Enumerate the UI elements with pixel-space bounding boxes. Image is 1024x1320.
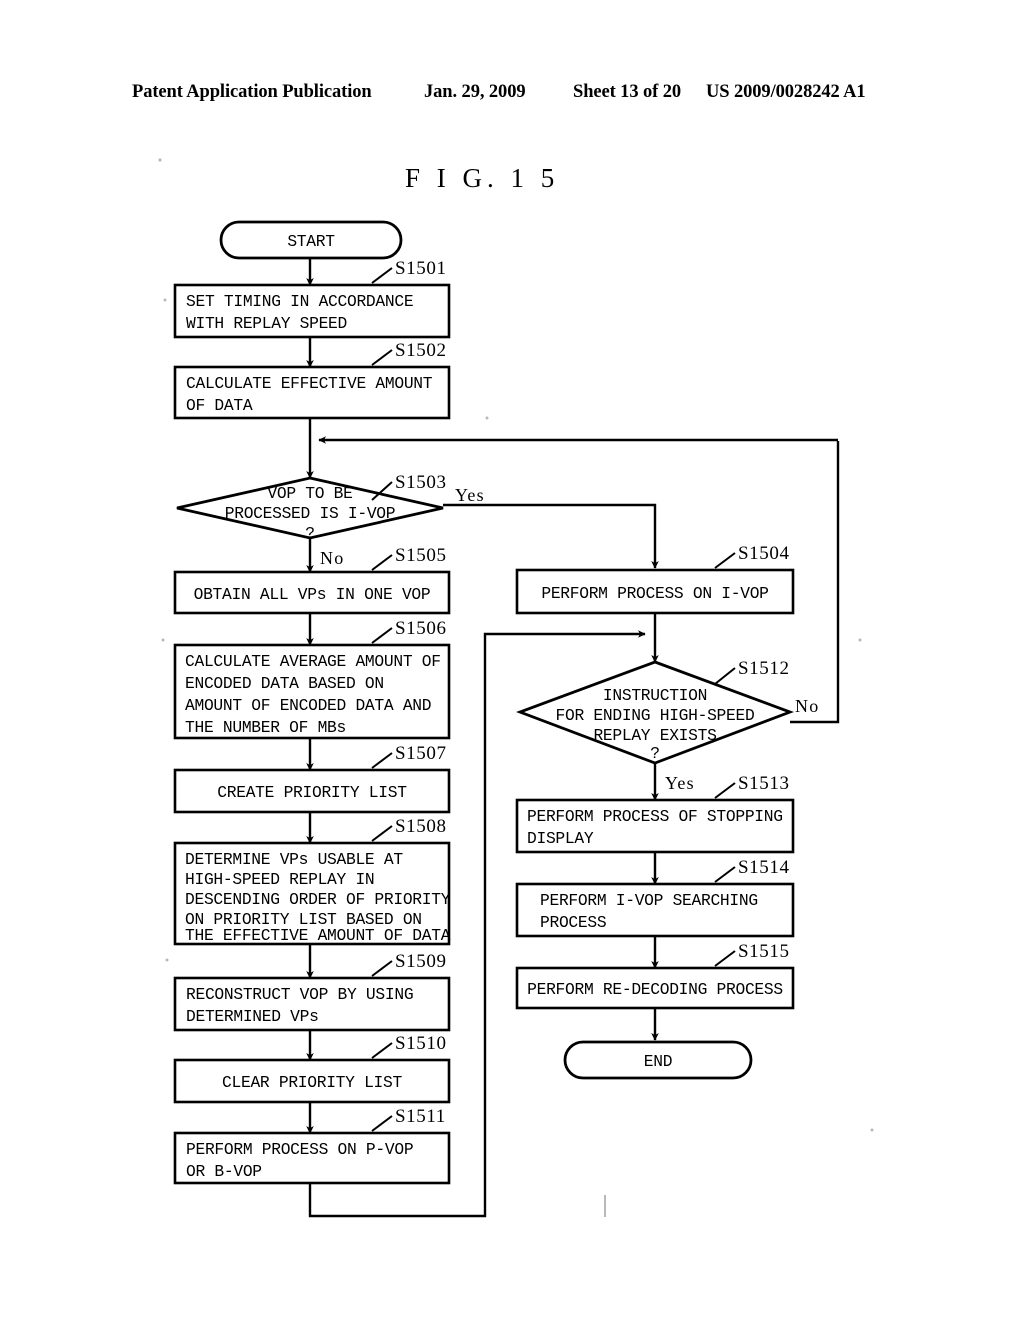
node-end: END — [563, 1040, 753, 1080]
s1512-yes-label: Yes — [665, 773, 695, 793]
s1510-line-1: CLEAR PRIORITY LIST — [222, 1073, 402, 1092]
s1505-step-label: S1505 — [395, 545, 447, 566]
s1512-line-1: INSTRUCTION — [603, 686, 707, 705]
s1508-line-5: THE EFFECTIVE AMOUNT OF DATA — [185, 926, 451, 945]
s1514-line-2: PROCESS — [540, 913, 606, 932]
s1513-leader-line — [714, 782, 736, 799]
s1513-line-1: PERFORM PROCESS OF STOPPING — [527, 807, 783, 826]
s1506-line-2: ENCODED DATA BASED ON — [185, 674, 384, 693]
s1515-step-label: S1515 — [738, 941, 790, 962]
scan-speck — [485, 416, 489, 420]
s1513-line-2: DISPLAY — [527, 829, 594, 848]
connector-s1512-no-loop — [790, 441, 840, 724]
s1502-line-2: OF DATA — [186, 396, 253, 415]
s1507-leader-line — [371, 752, 393, 769]
s1508-leader-line — [371, 825, 393, 842]
end-terminal-label: END — [644, 1052, 672, 1071]
s1506-line-1: CALCULATE AVERAGE AMOUNT OF — [185, 652, 441, 671]
s1502-step-label: S1502 — [395, 340, 447, 361]
start-terminal-label: START — [287, 232, 335, 251]
node-s1501: SET TIMING IN ACCORDANCE WITH REPLAY SPE… — [173, 258, 451, 339]
s1504-line-1: PERFORM PROCESS ON I-VOP — [541, 584, 768, 603]
s1511-line-2: OR B-VOP — [186, 1162, 262, 1181]
s1505-line-1: OBTAIN ALL VPs IN ONE VOP — [194, 585, 431, 604]
s1503-yes-label: Yes — [455, 485, 485, 505]
s1506-leader-line — [371, 627, 393, 644]
s1514-step-label: S1514 — [738, 857, 790, 878]
scan-speck — [165, 958, 169, 962]
s1509-leader-line — [371, 960, 393, 977]
node-s1502: CALCULATE EFFECTIVE AMOUNT OF DATA S1502 — [173, 340, 451, 420]
node-s1510: CLEAR PRIORITY LIST S1510 — [173, 1033, 451, 1104]
s1504-leader-line — [714, 552, 736, 569]
s1510-leader-line — [371, 1042, 393, 1059]
s1512-step-label: S1512 — [738, 658, 790, 679]
s1515-leader-line — [714, 950, 736, 967]
s1502-leader-line — [371, 349, 393, 366]
patent-page: Patent Application Publication Jan. 29, … — [0, 0, 1024, 1320]
s1511-leader-line — [371, 1115, 393, 1132]
s1501-line-2: WITH REPLAY SPEED — [186, 314, 347, 333]
node-start: START — [219, 220, 403, 260]
s1509-line-1: RECONSTRUCT VOP BY USING — [186, 985, 413, 1004]
s1512-line-3: REPLAY EXISTS — [593, 726, 716, 745]
s1512-line-4: ? — [650, 744, 659, 763]
s1503-step-label: S1503 — [395, 472, 447, 493]
node-s1511: PERFORM PROCESS ON P-VOP OR B-VOP S1511 — [173, 1106, 451, 1185]
scan-speck — [161, 638, 165, 642]
s1512-leader-line — [714, 667, 736, 685]
s1509-step-label: S1509 — [395, 951, 447, 972]
node-s1505: OBTAIN ALL VPs IN ONE VOP S1505 — [173, 545, 451, 615]
s1507-line-1: CREATE PRIORITY LIST — [217, 783, 407, 802]
s1501-step-label: S1501 — [395, 258, 447, 279]
scan-speck — [158, 158, 162, 162]
s1501-leader-line — [371, 267, 393, 284]
connector-s1503-yes-to-s1504 — [443, 503, 659, 569]
s1503-line-2: PROCESSED IS I-VOP — [225, 504, 395, 523]
s1506-step-label: S1506 — [395, 618, 447, 639]
s1503-line-1: VOP TO BE — [267, 484, 352, 503]
flowchart-diagram: START SET TIMING IN ACCORDANCE WITH REPL… — [158, 158, 874, 1218]
s1509-line-2: DETERMINED VPs — [186, 1007, 319, 1026]
s1507-step-label: S1507 — [395, 743, 447, 764]
scan-speck — [163, 298, 167, 302]
s1504-step-label: S1504 — [738, 543, 790, 564]
s1505-leader-line — [371, 554, 393, 571]
s1503-no-label: No — [320, 548, 344, 568]
node-s1508: DETERMINE VPs USABLE AT HIGH-SPEED REPLA… — [173, 816, 451, 946]
s1506-line-3: AMOUNT OF ENCODED DATA AND — [185, 696, 431, 715]
s1508-line-2: HIGH-SPEED REPLAY IN — [185, 870, 374, 889]
node-s1506: CALCULATE AVERAGE AMOUNT OF ENCODED DATA… — [173, 618, 451, 740]
s1502-line-1: CALCULATE EFFECTIVE AMOUNT — [186, 374, 433, 393]
s1511-step-label: S1511 — [395, 1106, 446, 1127]
s1515-line-1: PERFORM RE-DECODING PROCESS — [527, 980, 783, 999]
s1503-line-3: ? — [305, 524, 314, 543]
node-s1507: CREATE PRIORITY LIST S1507 — [173, 743, 451, 814]
s1513-step-label: S1513 — [738, 773, 790, 794]
scan-speck — [870, 1128, 874, 1132]
s1508-step-label: S1508 — [395, 816, 447, 837]
s1514-leader-line — [714, 866, 736, 883]
s1511-line-1: PERFORM PROCESS ON P-VOP — [186, 1140, 413, 1159]
node-s1509: RECONSTRUCT VOP BY USING DETERMINED VPs … — [173, 951, 451, 1032]
s1501-line-1: SET TIMING IN ACCORDANCE — [186, 292, 413, 311]
s1510-step-label: S1510 — [395, 1033, 447, 1054]
s1512-line-2: FOR ENDING HIGH-SPEED — [556, 706, 755, 725]
s1512-no-label: No — [795, 696, 819, 716]
s1508-line-3: DESCENDING ORDER OF PRIORITY — [185, 890, 451, 909]
s1514-line-1: PERFORM I-VOP SEARCHING — [540, 891, 758, 910]
s1508-line-1: DETERMINE VPs USABLE AT — [185, 850, 403, 869]
scan-speck — [604, 1195, 606, 1217]
scan-speck — [858, 638, 862, 642]
s1506-line-4: THE NUMBER OF MBs — [185, 718, 346, 737]
